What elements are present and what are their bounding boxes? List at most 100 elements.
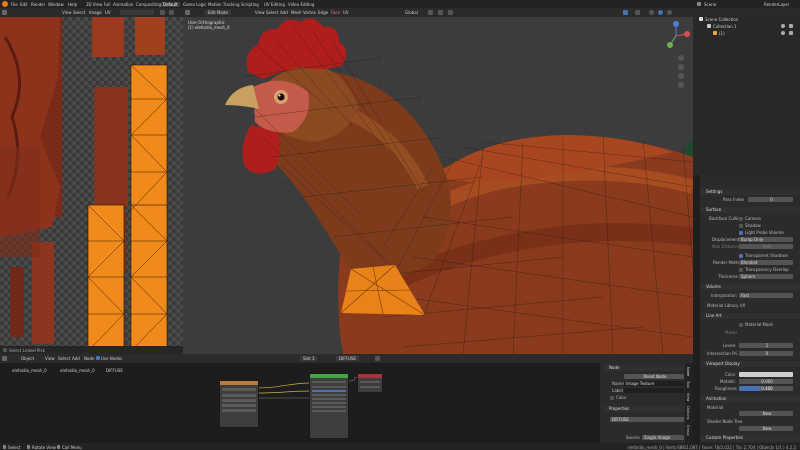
surface-section[interactable]: Surface bbox=[701, 207, 800, 213]
node-field[interactable] bbox=[222, 404, 256, 407]
menu-file[interactable]: File bbox=[11, 2, 18, 7]
interpolation-dropdown[interactable]: Fast bbox=[739, 293, 793, 298]
material-library-label[interactable]: Material Library VX bbox=[707, 303, 745, 308]
metallic-field[interactable]: 0.000 bbox=[739, 379, 793, 384]
eye-icon[interactable] bbox=[781, 31, 785, 35]
material-output-node[interactable] bbox=[357, 373, 383, 393]
xray-icon[interactable] bbox=[635, 10, 640, 15]
use-nodes-checkbox[interactable] bbox=[96, 356, 100, 360]
overlay-icon[interactable] bbox=[623, 10, 628, 15]
shading-material-icon[interactable] bbox=[658, 10, 663, 15]
render-method-dropdown[interactable]: Blended bbox=[739, 260, 793, 265]
light-probe-checkbox[interactable] bbox=[739, 231, 743, 235]
material-selector[interactable]: DIFFUSE bbox=[336, 356, 359, 361]
menu-help[interactable]: Help bbox=[68, 2, 77, 7]
node-field[interactable] bbox=[312, 410, 346, 412]
pivot-icon[interactable] bbox=[428, 10, 433, 15]
material-new-button[interactable]: New bbox=[739, 411, 793, 416]
mode-selector[interactable]: Edit Mode bbox=[205, 10, 231, 15]
vp-menu-uv[interactable]: UV bbox=[343, 10, 349, 15]
tab-group[interactable]: Group bbox=[686, 425, 690, 436]
node-menu-add[interactable]: Add bbox=[72, 356, 80, 361]
settings-section[interactable]: Settings bbox=[701, 189, 800, 195]
shader-new-button[interactable]: New bbox=[739, 426, 793, 431]
slot-selector[interactable]: Slot 3 bbox=[300, 356, 318, 361]
navigation-gizmo[interactable] bbox=[661, 21, 691, 51]
thickness-dropdown[interactable]: Sphere bbox=[739, 274, 793, 279]
uv-editor-canvas[interactable] bbox=[0, 17, 183, 346]
node-field[interactable] bbox=[312, 406, 346, 408]
viewport-editor-icon[interactable] bbox=[185, 10, 190, 15]
tab-node[interactable]: Node bbox=[686, 367, 690, 376]
collection-item-1[interactable]: Collection 1 bbox=[713, 24, 737, 29]
uv-menu-uv[interactable]: UV bbox=[105, 10, 111, 15]
perspective-toggle-icon[interactable] bbox=[678, 82, 684, 88]
proportional-icon[interactable] bbox=[448, 10, 453, 15]
pass-index-field[interactable]: 0 bbox=[748, 197, 793, 202]
scene-selector[interactable]: Scene bbox=[704, 2, 716, 7]
node-field[interactable] bbox=[360, 386, 380, 388]
max-distance-field[interactable]: 0 m bbox=[739, 244, 793, 249]
blender-logo[interactable] bbox=[2, 1, 8, 7]
shading-rendered-icon[interactable] bbox=[667, 10, 672, 15]
image-texture-node[interactable] bbox=[219, 380, 259, 428]
tab-3d-view-full[interactable]: 3D View Full bbox=[84, 2, 113, 7]
camera-checkbox[interactable] bbox=[739, 217, 743, 221]
tab-default[interactable]: Default bbox=[161, 1, 180, 7]
tab-game-logic[interactable]: Game Logic bbox=[181, 2, 209, 7]
zoom-icon[interactable] bbox=[678, 55, 684, 61]
tab-view[interactable]: View bbox=[686, 393, 690, 401]
vp-menu-mesh[interactable]: Mesh bbox=[291, 10, 302, 15]
menu-edit[interactable]: Edit bbox=[20, 2, 28, 7]
select-linked-checkbox[interactable] bbox=[3, 348, 7, 352]
camera-icon[interactable] bbox=[789, 24, 793, 28]
displacement-dropdown[interactable]: Bump Only bbox=[739, 237, 793, 242]
vp-menu-add[interactable]: Add bbox=[280, 10, 288, 15]
tab-compositing[interactable]: Compositing bbox=[134, 2, 163, 7]
transform-orientation[interactable]: Global bbox=[405, 10, 418, 15]
node-field[interactable] bbox=[312, 390, 346, 392]
pin-icon[interactable] bbox=[375, 356, 380, 361]
vp-menu-edge[interactable]: Edge bbox=[318, 10, 328, 15]
volume-section[interactable]: Volume bbox=[701, 284, 800, 290]
shadow-checkbox[interactable] bbox=[739, 224, 743, 228]
tab-animation[interactable]: Animation bbox=[111, 2, 135, 7]
tab-motion-tracking[interactable]: Motion Tracking bbox=[206, 2, 241, 7]
tab-tool[interactable]: Tool bbox=[686, 381, 690, 388]
levels-field[interactable]: 1 bbox=[739, 343, 793, 348]
vp-menu-view[interactable]: View bbox=[255, 10, 265, 15]
principled-bsdf-node[interactable] bbox=[309, 373, 349, 439]
image-browse-icon[interactable] bbox=[120, 10, 154, 15]
viewport-display-section[interactable]: Viewport Display bbox=[701, 361, 800, 367]
uv-menu-select[interactable]: Select bbox=[73, 10, 85, 15]
node-properties-title[interactable]: Properties bbox=[604, 406, 684, 412]
node-editor-type-icon[interactable] bbox=[2, 356, 7, 361]
node-field[interactable] bbox=[312, 381, 346, 383]
pan-icon[interactable] bbox=[678, 64, 684, 70]
node-menu-view[interactable]: View bbox=[45, 356, 55, 361]
node-field[interactable] bbox=[222, 409, 256, 412]
pin-icon[interactable] bbox=[160, 10, 165, 15]
uv-menu-image[interactable]: Image bbox=[89, 10, 102, 15]
node-field[interactable] bbox=[222, 399, 256, 402]
scene-collection-label[interactable]: Scene Collection bbox=[705, 17, 738, 22]
node-field[interactable] bbox=[360, 381, 380, 383]
view-layer-selector[interactable]: RenderLayer bbox=[764, 2, 789, 7]
transparent-shadows-checkbox[interactable] bbox=[739, 254, 743, 258]
node-field[interactable] bbox=[312, 394, 346, 396]
custom-properties-section[interactable]: Custom Properties bbox=[701, 435, 800, 441]
object-item-1[interactable]: (1) bbox=[719, 31, 725, 36]
node-menu-select[interactable]: Select bbox=[58, 356, 70, 361]
node-label-field[interactable] bbox=[624, 388, 684, 393]
node-field[interactable] bbox=[222, 394, 256, 397]
uv-menu-view[interactable]: View bbox=[62, 10, 72, 15]
camera-view-icon[interactable] bbox=[678, 73, 684, 79]
node-field[interactable] bbox=[312, 386, 346, 388]
viewport-3d[interactable]: User Orthographic (1) elefoidio_mesh_0 bbox=[183, 17, 693, 354]
tab-video-editing[interactable]: Video Editing bbox=[286, 2, 316, 7]
snap-icon[interactable] bbox=[438, 10, 443, 15]
display-icon[interactable] bbox=[169, 10, 174, 15]
node-menu-node[interactable]: Node bbox=[84, 356, 94, 361]
image-datablock-field[interactable]: DIFFUSE bbox=[610, 417, 684, 422]
editor-type-icon[interactable] bbox=[2, 10, 7, 15]
